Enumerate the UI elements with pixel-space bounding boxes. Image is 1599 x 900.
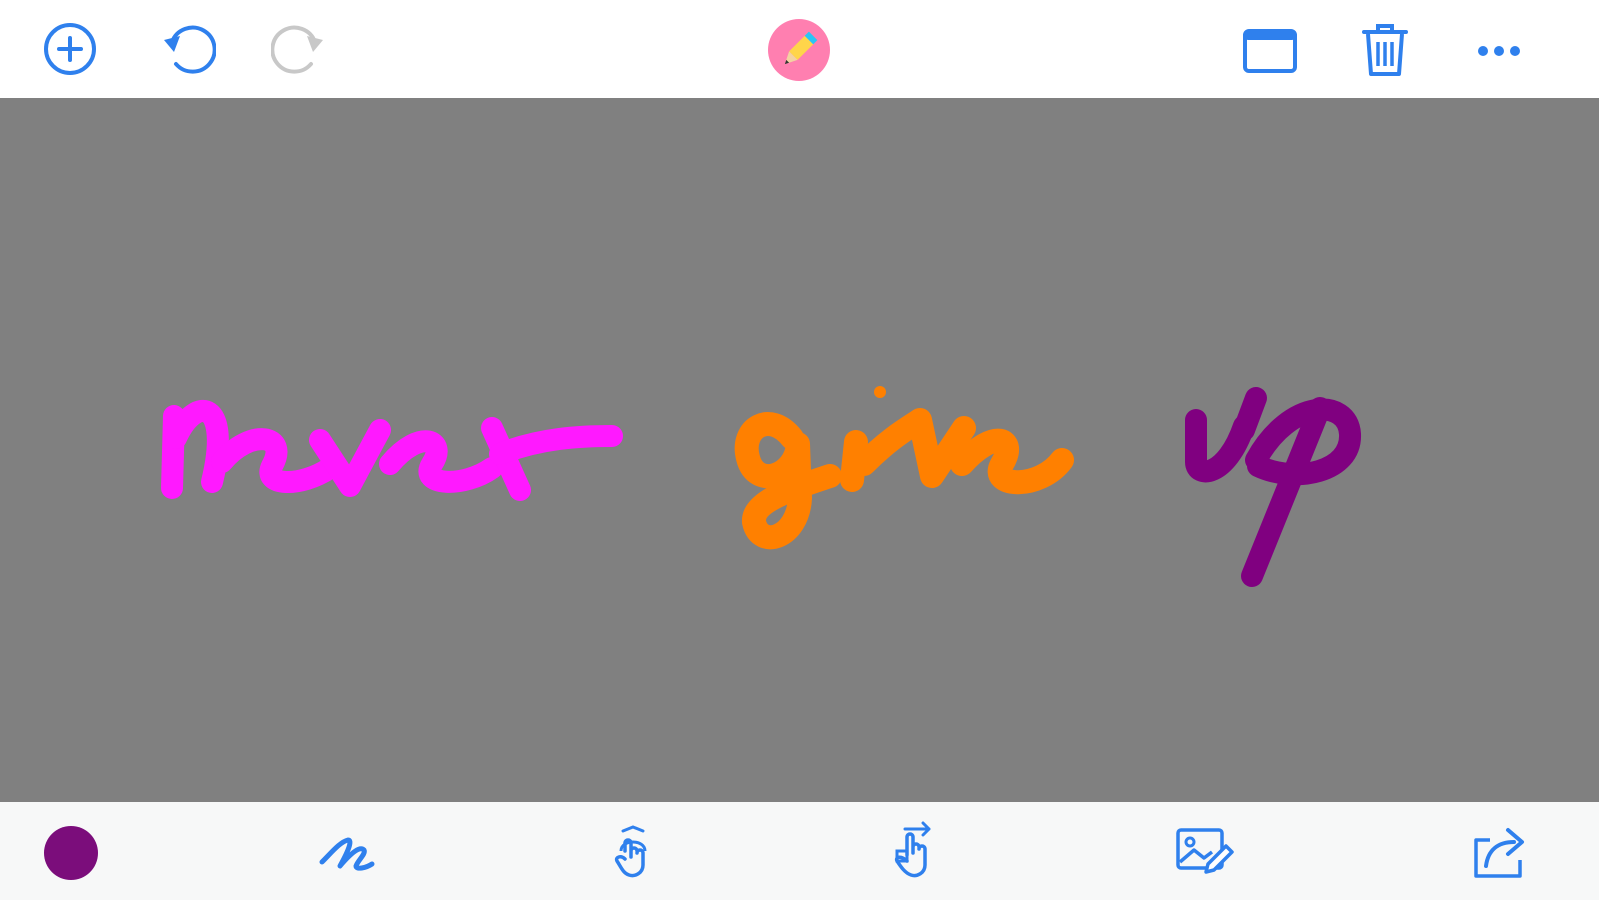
canvas-size-icon[interactable] [1238, 18, 1302, 82]
color-picker[interactable] [44, 826, 98, 880]
redo-icon[interactable] [268, 17, 332, 81]
bottom-toolbar [0, 802, 1599, 900]
top-toolbar [0, 0, 1599, 98]
add-icon[interactable] [38, 17, 102, 81]
undo-icon[interactable] [155, 17, 219, 81]
brush-icon[interactable] [316, 822, 380, 886]
stroke-give [734, 386, 1074, 550]
drawing-canvas[interactable] [0, 98, 1599, 802]
share-icon[interactable] [1468, 820, 1532, 884]
trash-icon[interactable] [1353, 17, 1417, 81]
stroke-up [1185, 387, 1361, 587]
stroke-never [161, 400, 623, 501]
more-icon[interactable] [1467, 17, 1531, 81]
swipe-gesture-icon[interactable] [882, 820, 946, 884]
image-edit-icon[interactable] [1172, 820, 1236, 884]
move-gesture-icon[interactable] [602, 820, 666, 884]
pencil-app-icon[interactable] [768, 19, 830, 81]
